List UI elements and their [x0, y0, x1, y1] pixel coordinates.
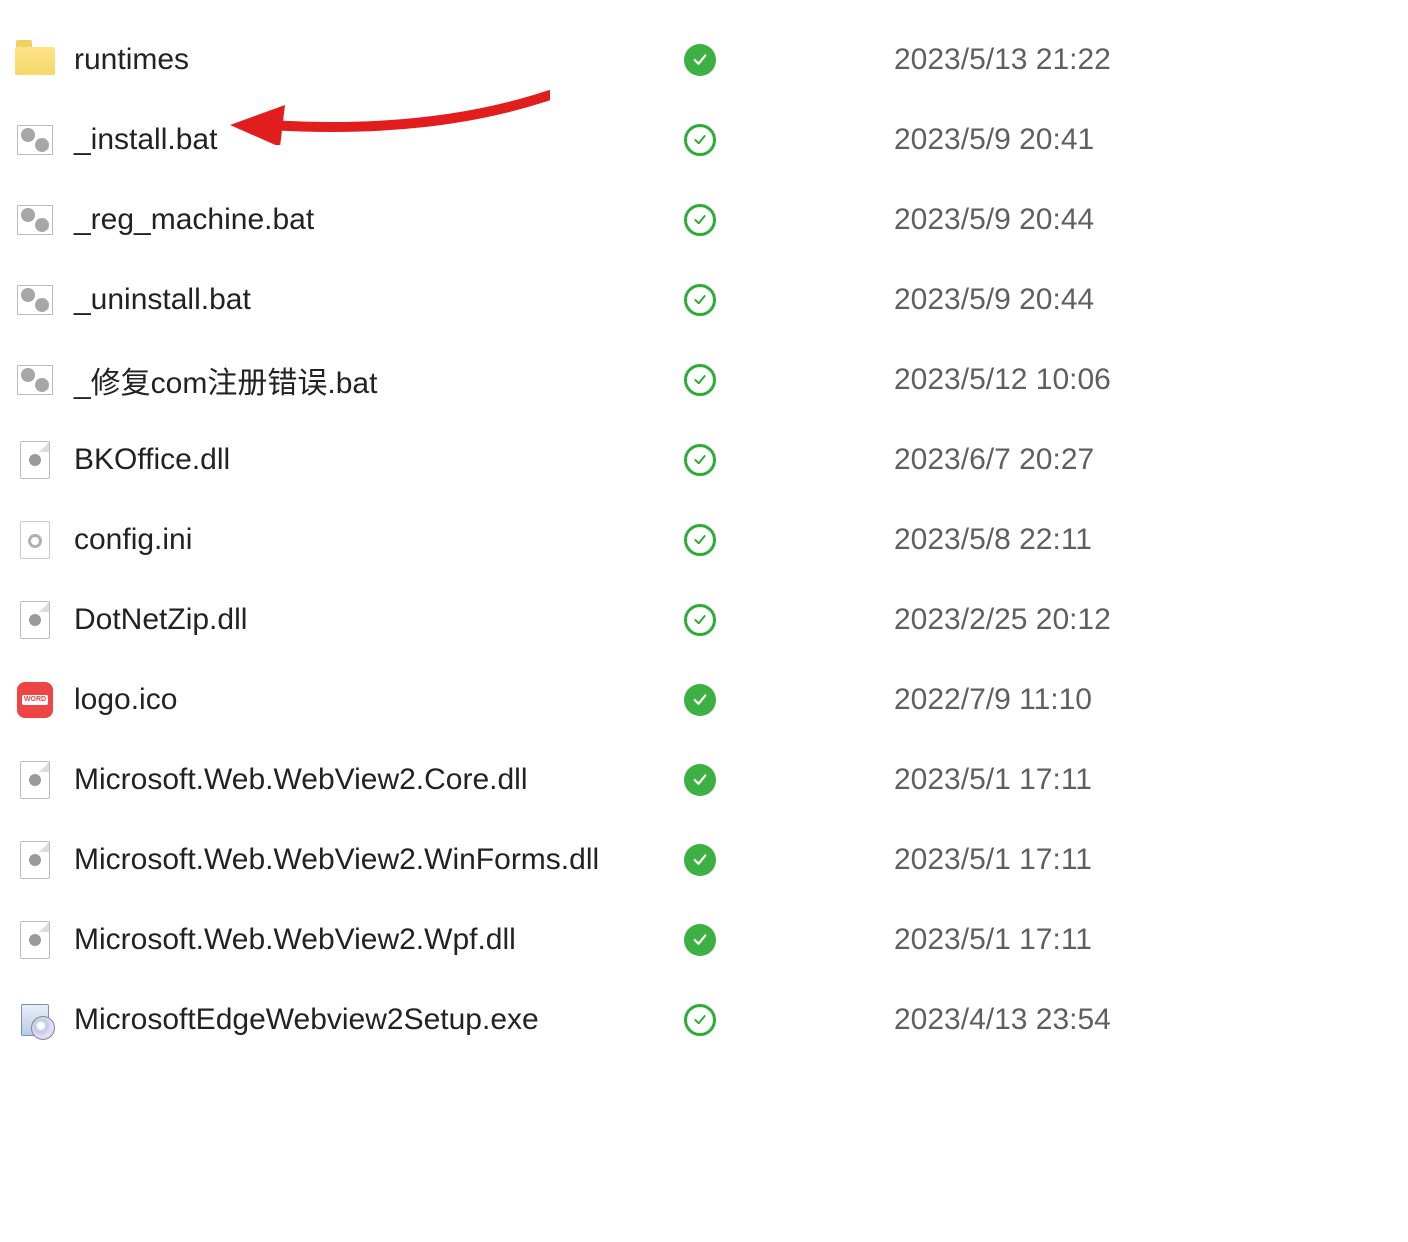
file-name: _install.bat: [70, 123, 684, 157]
dll-file-icon: [17, 842, 53, 878]
file-icon-cell: [0, 522, 70, 558]
file-row[interactable]: Microsoft.Web.WebView2.WinForms.dll 2023/…: [0, 820, 1408, 900]
dll-file-icon: [17, 602, 53, 638]
sync-status-outline-icon: [684, 204, 716, 236]
file-date: 2023/5/13 21:22: [894, 43, 1194, 77]
file-name: _uninstall.bat: [70, 283, 684, 317]
file-row[interactable]: MicrosoftEdgeWebview2Setup.exe 2023/4/13 …: [0, 980, 1408, 1060]
file-date: 2023/5/1 17:11: [894, 763, 1194, 797]
sync-status-outline-icon: [684, 124, 716, 156]
file-icon-cell: WORD: [0, 682, 70, 718]
batch-file-icon: [17, 362, 53, 398]
file-status-cell: [684, 444, 894, 476]
file-status-cell: [684, 124, 894, 156]
file-status-cell: [684, 844, 894, 876]
file-name: Microsoft.Web.WebView2.Core.dll: [70, 763, 684, 797]
file-status-cell: [684, 684, 894, 716]
file-icon-cell: [0, 842, 70, 878]
sync-status-solid-icon: [684, 844, 716, 876]
file-icon-cell: [0, 122, 70, 158]
sync-status-outline-icon: [684, 284, 716, 316]
file-name: Microsoft.Web.WebView2.WinForms.dll: [70, 843, 684, 877]
file-name: Microsoft.Web.WebView2.Wpf.dll: [70, 923, 684, 957]
file-date: 2023/5/12 10:06: [894, 363, 1194, 397]
batch-file-icon: [17, 122, 53, 158]
file-icon-cell: [0, 362, 70, 398]
file-icon-cell: [0, 1002, 70, 1038]
file-status-cell: [684, 764, 894, 796]
file-icon-cell: [0, 202, 70, 238]
file-status-cell: [684, 1004, 894, 1036]
file-row[interactable]: Microsoft.Web.WebView2.Core.dll 2023/5/1 …: [0, 740, 1408, 820]
file-icon-cell: [0, 762, 70, 798]
dll-file-icon: [17, 922, 53, 958]
file-date: 2022/7/9 11:10: [894, 683, 1194, 717]
file-date: 2023/5/1 17:11: [894, 843, 1194, 877]
sync-status-outline-icon: [684, 524, 716, 556]
file-row[interactable]: BKOffice.dll 2023/6/7 20:27: [0, 420, 1408, 500]
file-row[interactable]: DotNetZip.dll 2023/2/25 20:12: [0, 580, 1408, 660]
file-name: config.ini: [70, 523, 684, 557]
file-date: 2023/6/7 20:27: [894, 443, 1194, 477]
dll-file-icon: [17, 762, 53, 798]
file-status-cell: [684, 284, 894, 316]
file-row[interactable]: Microsoft.Web.WebView2.Wpf.dll 2023/5/1 1…: [0, 900, 1408, 980]
file-date: 2023/5/9 20:44: [894, 203, 1194, 237]
file-name: _reg_machine.bat: [70, 203, 684, 237]
file-row[interactable]: _install.bat 2023/5/9 20:41: [0, 100, 1408, 180]
sync-status-outline-icon: [684, 364, 716, 396]
file-icon-cell: [0, 282, 70, 318]
sync-status-outline-icon: [684, 444, 716, 476]
file-icon-cell: [0, 602, 70, 638]
file-name: MicrosoftEdgeWebview2Setup.exe: [70, 1003, 684, 1037]
sync-status-solid-icon: [684, 44, 716, 76]
file-name: DotNetZip.dll: [70, 603, 684, 637]
batch-file-icon: [17, 282, 53, 318]
ini-file-icon: [17, 522, 53, 558]
file-status-cell: [684, 44, 894, 76]
file-date: 2023/5/9 20:44: [894, 283, 1194, 317]
file-row[interactable]: _reg_machine.bat 2023/5/9 20:44: [0, 180, 1408, 260]
ico-file-icon: WORD: [17, 682, 53, 718]
file-date: 2023/5/8 22:11: [894, 523, 1194, 557]
file-icon-cell: [0, 45, 70, 75]
file-date: 2023/4/13 23:54: [894, 1003, 1194, 1037]
file-name: runtimes: [70, 43, 684, 77]
file-name: logo.ico: [70, 683, 684, 717]
file-row[interactable]: runtimes 2023/5/13 21:22: [0, 20, 1408, 100]
file-date: 2023/5/9 20:41: [894, 123, 1194, 157]
sync-status-outline-icon: [684, 1004, 716, 1036]
file-status-cell: [684, 204, 894, 236]
file-icon-cell: [0, 442, 70, 478]
file-row[interactable]: WORD logo.ico 2022/7/9 11:10: [0, 660, 1408, 740]
file-date: 2023/2/25 20:12: [894, 603, 1194, 637]
file-name: _修复com注册错误.bat: [70, 358, 684, 402]
folder-icon: [15, 45, 55, 75]
file-status-cell: [684, 524, 894, 556]
file-date: 2023/5/1 17:11: [894, 923, 1194, 957]
dll-file-icon: [17, 442, 53, 478]
sync-status-solid-icon: [684, 684, 716, 716]
batch-file-icon: [17, 202, 53, 238]
file-row[interactable]: config.ini 2023/5/8 22:11: [0, 500, 1408, 580]
sync-status-solid-icon: [684, 764, 716, 796]
file-icon-cell: [0, 922, 70, 958]
file-row[interactable]: _修复com注册错误.bat 2023/5/12 10:06: [0, 340, 1408, 420]
setup-exe-icon: [17, 1002, 53, 1038]
file-status-cell: [684, 364, 894, 396]
file-status-cell: [684, 924, 894, 956]
sync-status-solid-icon: [684, 924, 716, 956]
file-status-cell: [684, 604, 894, 636]
sync-status-outline-icon: [684, 604, 716, 636]
file-name: BKOffice.dll: [70, 443, 684, 477]
file-row[interactable]: _uninstall.bat 2023/5/9 20:44: [0, 260, 1408, 340]
